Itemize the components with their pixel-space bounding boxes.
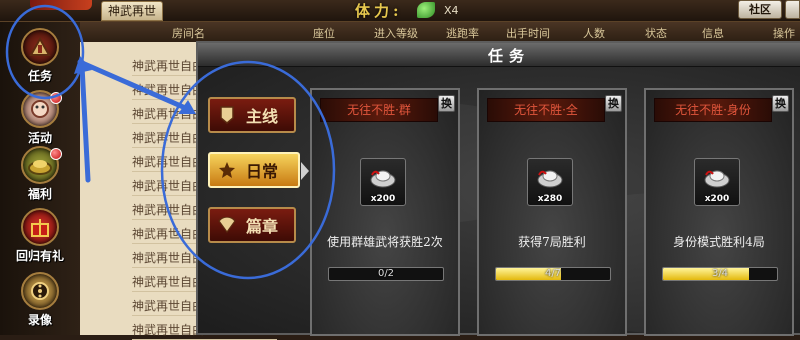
task-card-title: 无往不胜·身份 xyxy=(654,98,772,122)
stamina-label: 体力: xyxy=(355,2,403,20)
gift-icon xyxy=(21,208,59,246)
stamina-icon xyxy=(417,2,435,18)
column-header: 出手时间 xyxy=(506,27,550,40)
reward-amount: x200 xyxy=(370,194,396,204)
left-sidebar: 任务 活动 福利 回归有礼 录像 xyxy=(0,22,80,335)
progress-text: 0/2 xyxy=(377,268,395,279)
notification-badge xyxy=(50,148,62,160)
reward-item: x280 xyxy=(527,158,573,206)
progress-bar: 4/7 xyxy=(495,267,611,281)
sidebar-item-label: 录像 xyxy=(27,313,52,327)
task-card: 无往不胜·身份 换 x200 身份模式胜利4局 3/4 xyxy=(644,88,794,336)
tab-daily[interactable]: 日常 xyxy=(208,152,300,188)
menu-button[interactable] xyxy=(785,0,800,19)
sidebar-item-label: 福利 xyxy=(27,187,52,201)
room-list-header: 房间名 座位 进入等级 逃跑率 出手时间 人数 状态 信息 操作 xyxy=(80,22,800,42)
column-header: 操作 xyxy=(773,27,795,40)
column-header: 信息 xyxy=(702,27,724,40)
task-card-title: 无往不胜·全 xyxy=(487,98,605,122)
task-card: 无往不胜·全 换 x280 获得7局胜利 4/7 xyxy=(477,88,627,336)
silver-ingot-icon xyxy=(704,170,730,188)
stamina-count: X4 xyxy=(444,4,459,17)
sidebar-item-label: 活动 xyxy=(27,131,52,145)
progress-bar: 0/2 xyxy=(328,267,444,281)
reward-amount: x200 xyxy=(704,194,730,204)
sidebar-item-replay[interactable]: 录像 xyxy=(8,272,72,334)
reward-amount: x280 xyxy=(537,194,563,204)
sidebar-item-welfare[interactable]: 福利 xyxy=(8,146,72,208)
sidebar-item-label: 回归有礼 xyxy=(15,249,64,263)
tab-label: 主线 xyxy=(246,107,279,126)
active-tab-pointer xyxy=(301,162,309,180)
top-bar: 神武再世 体力: X4 社区 xyxy=(0,0,800,22)
column-header: 逃跑率 xyxy=(446,27,479,40)
sidebar-item-activity[interactable]: 活动 xyxy=(8,90,72,152)
banner-icon xyxy=(218,105,236,125)
column-header: 人数 xyxy=(583,27,605,40)
progress-bar: 3/4 xyxy=(662,267,778,281)
panel-title: 任务 xyxy=(488,47,531,65)
task-panel: 任务 主线 日常 篇章 无往不胜·群 换 x200 使用群雄武将获胜2次 0/2 xyxy=(196,41,800,336)
tab-label: 篇章 xyxy=(246,217,279,236)
sidebar-item-task[interactable]: 任务 xyxy=(8,28,72,90)
progress-text: 4/7 xyxy=(544,268,562,279)
column-header: 进入等级 xyxy=(374,27,418,40)
sidebar-item-return-gift[interactable]: 回归有礼 xyxy=(8,208,72,270)
star-icon xyxy=(218,160,236,180)
reward-item: x200 xyxy=(360,158,406,206)
silver-ingot-icon xyxy=(370,170,396,188)
progress-text: 3/4 xyxy=(711,268,729,279)
panel-title-bar: 任务 xyxy=(198,43,800,67)
task-card-title: 无往不胜·群 xyxy=(320,98,438,122)
tab-main-quest[interactable]: 主线 xyxy=(208,97,296,133)
reward-item: x200 xyxy=(694,158,740,206)
tab-chapter[interactable]: 篇章 xyxy=(208,207,296,243)
column-header: 座位 xyxy=(313,27,335,40)
tab-label: 日常 xyxy=(246,162,279,181)
swap-button[interactable]: 换 xyxy=(772,95,789,112)
silver-ingot-icon xyxy=(537,170,563,188)
notification-badge xyxy=(50,92,62,104)
replay-icon xyxy=(21,272,59,310)
community-button[interactable]: 社区 xyxy=(738,0,782,19)
task-description: 使用群雄武将获胜2次 xyxy=(327,235,443,249)
task-card: 无往不胜·群 换 x200 使用群雄武将获胜2次 0/2 xyxy=(310,88,460,336)
task-description: 获得7局胜利 xyxy=(518,235,586,249)
column-header: 房间名 xyxy=(172,27,205,40)
sidebar-item-label: 任务 xyxy=(27,69,52,83)
task-icon xyxy=(21,28,59,66)
swap-button[interactable]: 换 xyxy=(605,95,622,112)
column-header: 状态 xyxy=(645,27,667,40)
fan-icon xyxy=(218,215,236,235)
swap-button[interactable]: 换 xyxy=(438,95,455,112)
task-description: 身份模式胜利4局 xyxy=(673,235,765,249)
room-tab[interactable]: 神武再世 xyxy=(101,1,164,21)
game-logo xyxy=(30,0,92,10)
